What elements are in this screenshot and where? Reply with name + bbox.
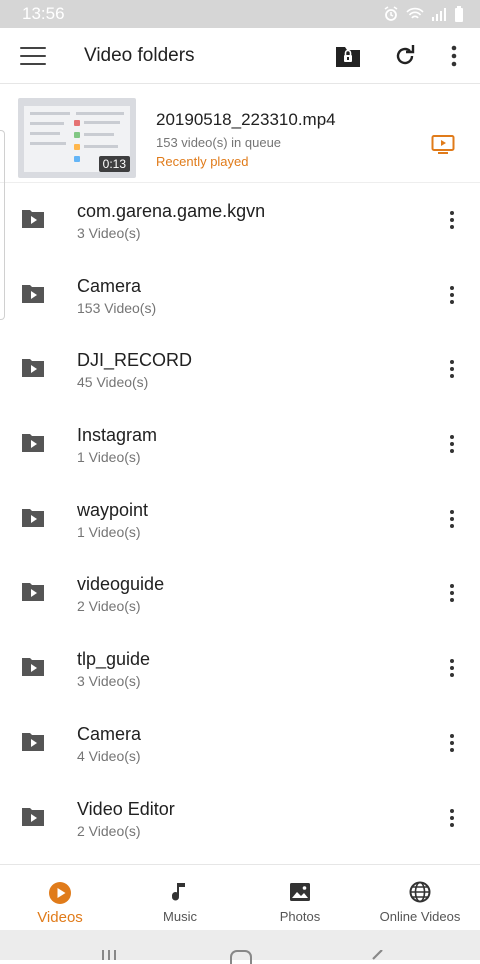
recent-video-title: 20190518_223310.mp4	[156, 110, 336, 129]
folder-more-icon[interactable]	[446, 434, 458, 454]
folder-more-icon[interactable]	[446, 359, 458, 379]
video-folder-icon	[22, 359, 44, 378]
video-folder-icon	[22, 732, 44, 751]
folder-name: Video Editor	[77, 798, 175, 819]
queue-count: 153 video(s) in queue	[156, 135, 282, 150]
nav-label: Online Videos	[379, 909, 461, 924]
folder-more-icon[interactable]	[446, 808, 458, 828]
folder-name: videoguide	[77, 574, 165, 595]
music-note-icon	[172, 883, 185, 901]
folder-video-count: 153 Video(s)	[77, 299, 157, 316]
nav-online-videos-tab[interactable]: Online Videos	[360, 865, 480, 930]
alarm-icon	[384, 6, 398, 21]
nav-label: Music	[163, 909, 197, 924]
folder-item[interactable]: waypoint 1 Video(s)	[0, 482, 480, 557]
folder-video-count: 45 Video(s)	[77, 374, 149, 391]
folder-name: Camera	[77, 723, 142, 744]
signal-icon	[432, 8, 446, 21]
globe-icon	[409, 881, 431, 903]
video-thumbnail[interactable]: 0:13	[18, 98, 136, 178]
more-options-icon[interactable]	[444, 44, 464, 68]
folder-more-icon[interactable]	[446, 210, 458, 230]
menu-icon[interactable]	[20, 44, 46, 68]
folder-item[interactable]: Video Editor 2 Video(s)	[0, 781, 480, 856]
video-folder-icon	[22, 284, 44, 303]
folder-item[interactable]: Instagram 1 Video(s)	[0, 407, 480, 482]
nav-photos-tab[interactable]: Photos	[240, 865, 360, 930]
nav-music-tab[interactable]: Music	[120, 865, 240, 930]
folder-name: waypoint	[77, 499, 149, 520]
folder-more-icon[interactable]	[446, 509, 458, 529]
folder-video-count: 3 Video(s)	[77, 225, 141, 241]
folder-video-count: 2 Video(s)	[77, 822, 141, 839]
recently-played-card[interactable]: 0:13 20190518_223310.mp4 153 video(s) in…	[0, 84, 480, 183]
folder-item[interactable]: Camera 4 Video(s)	[0, 706, 480, 781]
folder-item[interactable]: com.garena.game.kgvn 3 Video(s)	[0, 183, 480, 258]
folder-name: Camera	[77, 275, 142, 296]
status-bar: 13:56	[0, 0, 480, 28]
folder-video-count: 3 Video(s)	[77, 673, 141, 690]
nav-videos-tab[interactable]: Videos	[0, 865, 120, 930]
status-icons	[383, 6, 464, 22]
recent-apps-icon[interactable]	[100, 950, 118, 960]
folder-item[interactable]: DJI_RECORD 45 Video(s)	[0, 332, 480, 407]
folder-more-icon[interactable]	[446, 658, 458, 678]
refresh-icon[interactable]	[393, 44, 417, 68]
folder-more-icon[interactable]	[446, 583, 458, 603]
status-time: 13:56	[22, 4, 65, 23]
app-bar: Video folders	[0, 28, 480, 84]
nav-label: Photos	[279, 909, 321, 924]
play-on-screen-icon[interactable]	[431, 134, 455, 154]
photo-icon	[290, 883, 310, 901]
folder-video-count: 1 Video(s)	[77, 449, 141, 466]
folder-name: Instagram	[77, 425, 158, 446]
video-folder-icon	[22, 210, 44, 228]
folder-list: com.garena.game.kgvn 3 Video(s) Camera 1…	[0, 183, 480, 855]
folder-name: com.garena.game.kgvn	[77, 201, 266, 221]
bottom-nav: Videos Music Photos Online Videos	[0, 864, 480, 930]
folder-video-count: 4 Video(s)	[77, 747, 141, 764]
folder-item[interactable]: videoguide 2 Video(s)	[0, 556, 480, 631]
recent-status: Recently played	[156, 154, 249, 169]
video-folder-icon	[22, 807, 44, 826]
wifi-icon	[406, 7, 424, 19]
folder-name: DJI_RECORD	[77, 350, 193, 371]
private-folder-lock-icon[interactable]	[335, 44, 361, 68]
video-folder-icon	[22, 658, 44, 677]
folder-item[interactable]: tlp_guide 3 Video(s)	[0, 631, 480, 706]
back-icon[interactable]	[370, 950, 384, 960]
folder-video-count: 1 Video(s)	[77, 523, 141, 540]
folder-more-icon[interactable]	[446, 285, 458, 305]
home-icon[interactable]	[230, 950, 252, 964]
video-folder-icon	[22, 508, 44, 527]
folder-item[interactable]: Camera 153 Video(s)	[0, 258, 480, 333]
page-title: Video folders	[84, 45, 195, 66]
video-folder-icon	[22, 583, 44, 602]
folder-name: tlp_guide	[77, 649, 151, 670]
system-nav-bar	[0, 930, 480, 964]
folder-more-icon[interactable]	[446, 733, 458, 753]
battery-icon	[455, 6, 463, 22]
play-circle-icon	[49, 882, 71, 904]
nav-label: Videos	[37, 909, 83, 926]
video-folder-icon	[22, 434, 44, 453]
video-duration: 0:13	[98, 156, 130, 172]
folder-video-count: 2 Video(s)	[77, 598, 141, 615]
